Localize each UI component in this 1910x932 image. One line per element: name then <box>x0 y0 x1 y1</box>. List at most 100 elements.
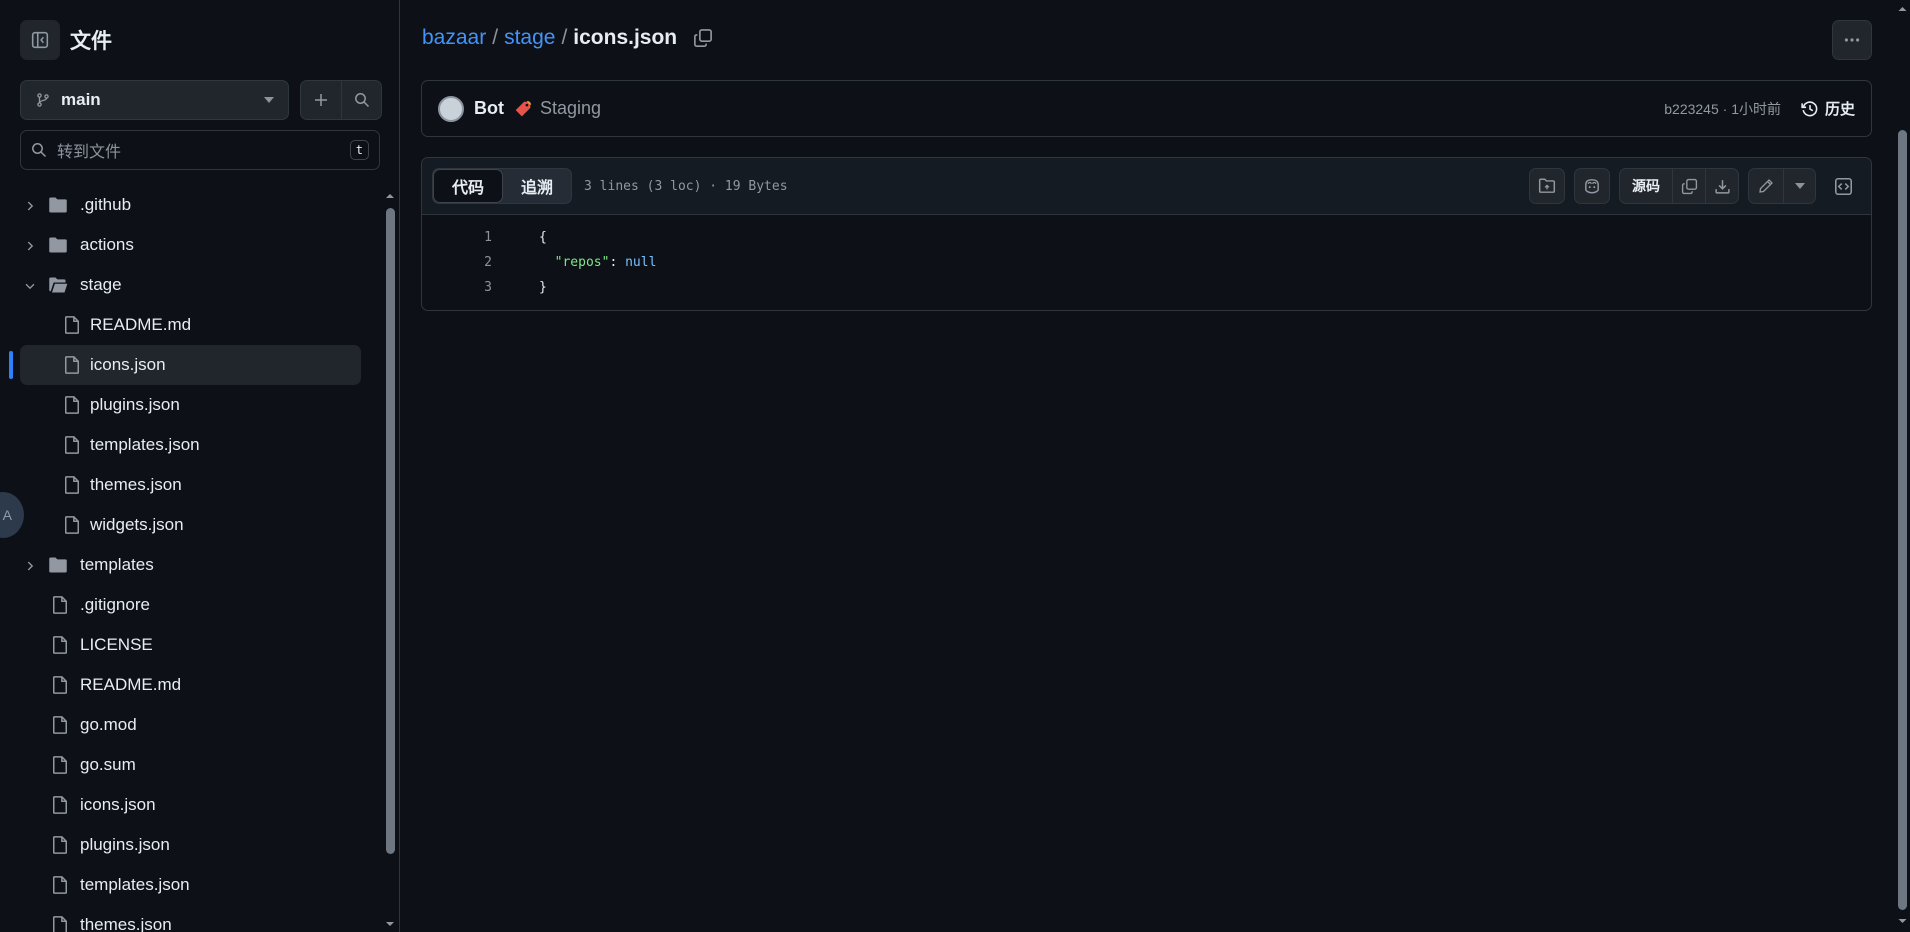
search-code-button[interactable] <box>341 81 381 119</box>
scroll-down-arrow-icon[interactable] <box>383 919 397 929</box>
line-number[interactable]: 1 <box>422 230 492 245</box>
chevron-right-icon[interactable] <box>23 559 37 573</box>
line-content: "repos": null <box>539 255 657 270</box>
tree-file-item[interactable]: templates.json <box>0 425 380 465</box>
branch-row: main <box>20 80 382 120</box>
commit-author[interactable]: Bot <box>474 98 504 119</box>
folder-icon <box>49 237 67 253</box>
commit-message[interactable]: Staging <box>540 98 1664 119</box>
breadcrumb-current-file: icons.json <box>573 26 678 49</box>
go-to-file-input[interactable]: 转到文件 t <box>20 130 380 170</box>
tree-file-item[interactable]: icons.json <box>0 345 380 385</box>
tab-blame[interactable]: 追溯 <box>503 169 571 203</box>
tree-folder-item[interactable]: actions <box>0 225 380 265</box>
sidebar-title: 文件 <box>70 30 112 53</box>
tree-file-item[interactable]: themes.json <box>0 465 380 505</box>
branch-selector[interactable]: main <box>20 80 289 120</box>
more-options-button[interactable] <box>1832 20 1872 60</box>
scroll-down-arrow-icon[interactable] <box>1895 916 1910 926</box>
scroll-up-arrow-icon[interactable] <box>1895 4 1910 14</box>
tree-item-label: plugins.json <box>80 835 170 854</box>
copilot-button[interactable] <box>1574 168 1610 204</box>
line-number[interactable]: 3 <box>422 280 492 295</box>
code-view[interactable]: 1 { 2 "repos": null 3 } <box>422 215 1871 300</box>
tree-file-item[interactable]: themes.json <box>0 905 380 932</box>
file-directory-symlink-icon <box>1538 178 1556 193</box>
tree-folder-item[interactable]: templates <box>0 545 380 585</box>
commit-hash-and-time[interactable]: b223245 · 1小时前 <box>1664 99 1781 119</box>
tree-item-label: templates.json <box>80 875 190 894</box>
view-in-directory-button[interactable] <box>1529 168 1565 204</box>
search-icon <box>354 93 369 108</box>
download-raw-button[interactable] <box>1705 169 1738 203</box>
tree-file-item[interactable]: icons.json <box>0 785 380 825</box>
chevron-right-icon[interactable] <box>23 239 37 253</box>
tree-file-item[interactable]: plugins.json <box>0 825 380 865</box>
tab-code[interactable]: 代码 <box>433 169 504 203</box>
code-line: 3 } <box>422 275 1871 300</box>
chevron-down-icon[interactable] <box>23 279 37 293</box>
tree-file-item[interactable]: templates.json <box>0 865 380 905</box>
tree-item-label: templates <box>80 555 154 574</box>
copy-icon <box>1681 178 1697 194</box>
avatar[interactable] <box>438 95 464 122</box>
file-viewer: bazaar / stage / icons.json Bot Staging … <box>401 0 1896 932</box>
tree-item-label: icons.json <box>90 355 166 374</box>
triangle-down-icon <box>1794 183 1805 189</box>
sidebar-scrollbar-thumb[interactable] <box>386 208 395 854</box>
symbols-panel-button[interactable] <box>1825 168 1861 204</box>
tree-file-item[interactable]: LICENSE <box>0 625 380 665</box>
kebab-horizontal-icon <box>1844 38 1860 42</box>
search-icon <box>32 143 47 158</box>
tree-item-label: themes.json <box>90 475 182 494</box>
page-scrollbar[interactable] <box>1895 0 1910 932</box>
edit-options-dropdown[interactable] <box>1783 169 1815 203</box>
json-value: null <box>625 255 657 270</box>
add-file-button[interactable] <box>301 81 341 119</box>
tree-file-item[interactable]: .gitignore <box>0 585 380 625</box>
git-branch-icon <box>37 93 49 107</box>
breadcrumb-repo-link[interactable]: bazaar <box>422 26 486 50</box>
chevron-down-icon <box>264 97 274 103</box>
tree-item-label: .github <box>80 195 132 214</box>
latest-commit-bar: Bot Staging b223245 · 1小时前 历史 <box>421 80 1872 137</box>
tree-file-item[interactable]: plugins.json <box>0 385 380 425</box>
line-number[interactable]: 2 <box>422 255 492 270</box>
download-icon <box>1714 179 1730 194</box>
tree-file-item[interactable]: README.md <box>0 665 380 705</box>
file-icon <box>53 796 67 814</box>
line-content: { <box>539 230 547 245</box>
copy-raw-button[interactable] <box>1672 169 1705 203</box>
folder-icon <box>49 557 67 573</box>
tree-actions <box>300 80 382 120</box>
tree-folder-item[interactable]: .github <box>0 185 380 225</box>
raw-button[interactable]: 源码 <box>1620 169 1672 203</box>
tag-emoji-icon <box>514 100 532 118</box>
tree-file-item[interactable]: go.mod <box>0 705 380 745</box>
plus-icon <box>315 94 327 106</box>
edit-file-button[interactable] <box>1749 169 1783 203</box>
tree-file-item[interactable]: go.sum <box>0 745 380 785</box>
file-icon <box>53 756 67 774</box>
file-icon <box>65 436 79 454</box>
tree-folder-item[interactable]: stage <box>0 265 380 305</box>
copy-path-button[interactable] <box>693 28 713 48</box>
tree-item-label: actions <box>80 235 134 254</box>
page-scrollbar-thumb[interactable] <box>1898 130 1907 910</box>
collapse-sidebar-button[interactable] <box>20 20 60 60</box>
breadcrumb-dir-link[interactable]: stage <box>504 26 555 50</box>
tree-file-item[interactable]: widgets.json <box>0 505 380 545</box>
history-button[interactable]: 历史 <box>1801 98 1855 119</box>
file-icon <box>65 356 79 374</box>
chevron-right-icon[interactable] <box>23 199 37 213</box>
copilot-icon <box>1585 179 1599 194</box>
code-line: 2 "repos": null <box>422 250 1871 275</box>
file-icon <box>65 516 79 534</box>
raw-copy-download-group: 源码 <box>1619 168 1739 204</box>
line-content: } <box>539 280 547 295</box>
tree-item-label: stage <box>80 275 122 294</box>
sidebar-scrollbar[interactable] <box>383 188 397 932</box>
go-to-file-placeholder: 转到文件 <box>57 144 122 161</box>
tree-file-item[interactable]: README.md <box>0 305 380 345</box>
scroll-up-arrow-icon[interactable] <box>383 191 397 201</box>
